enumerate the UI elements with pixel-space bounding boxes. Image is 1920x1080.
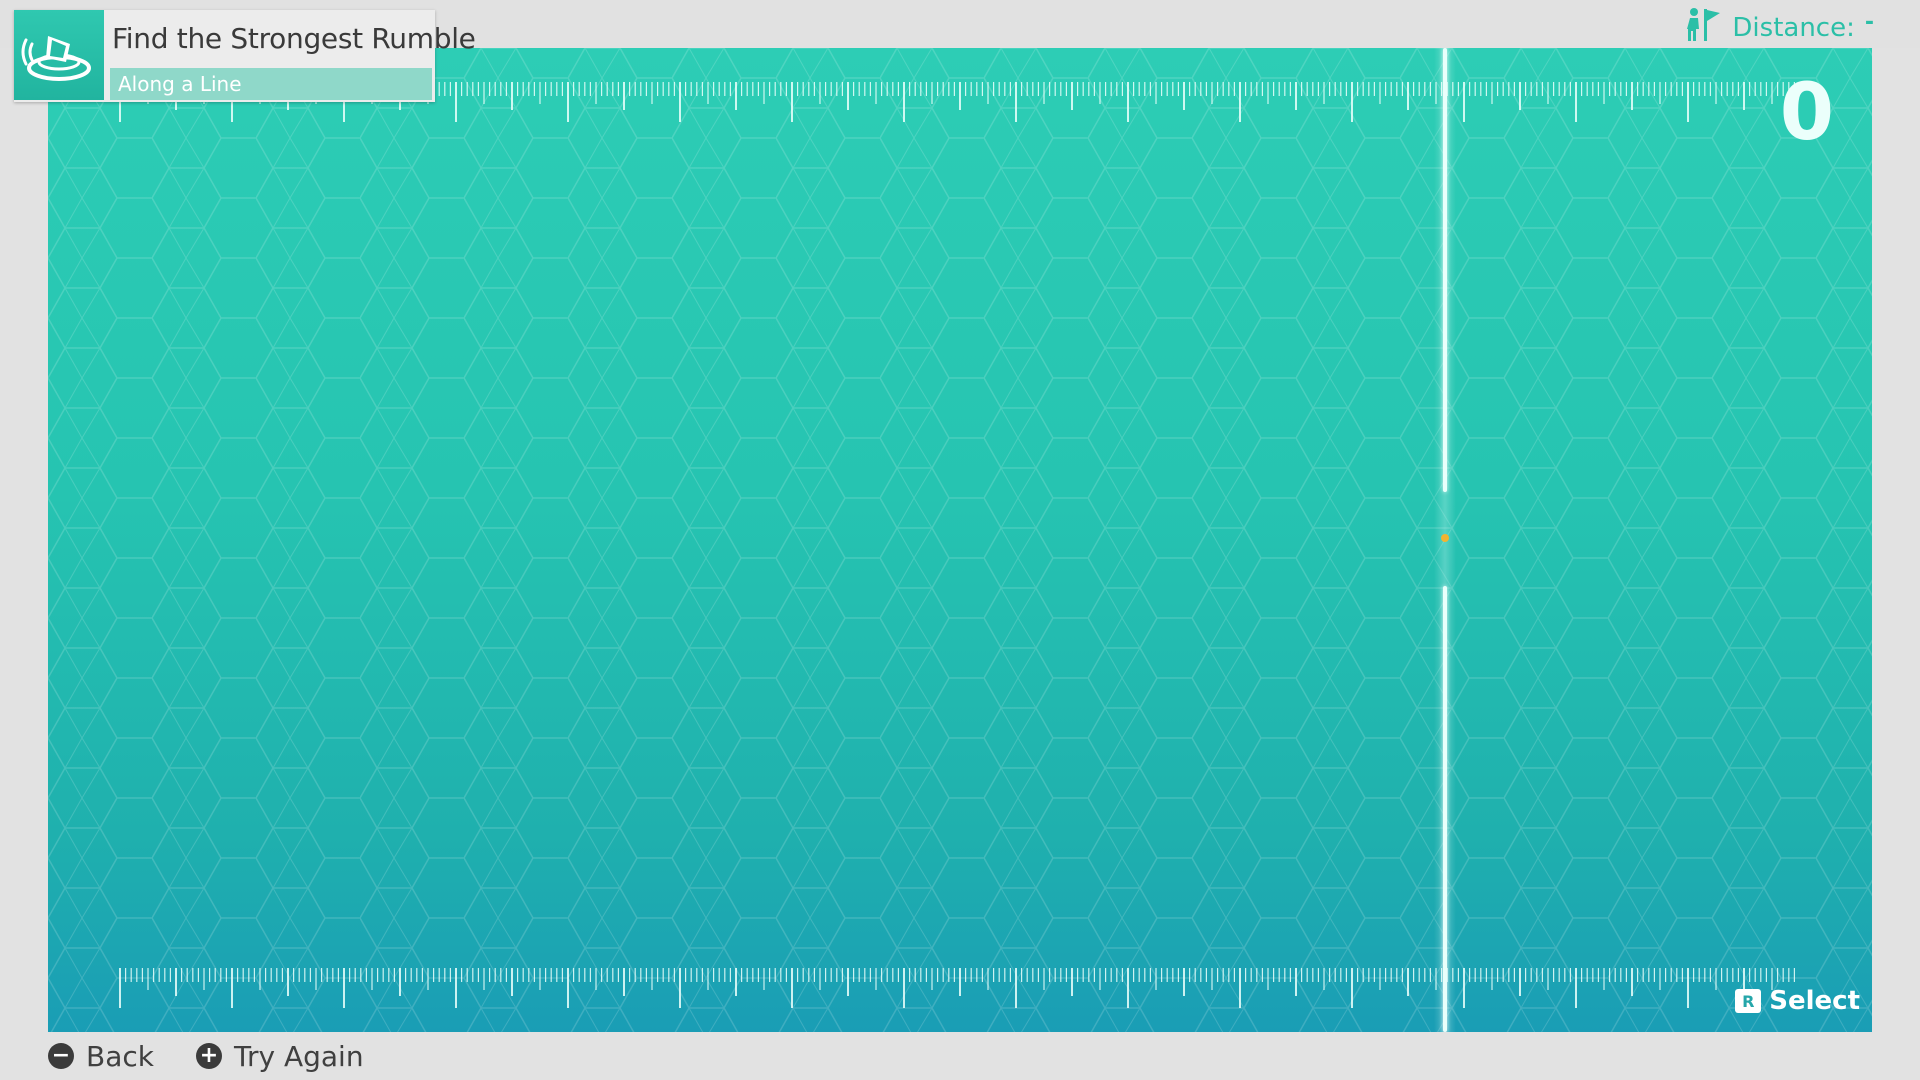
r-button-icon: R [1735,989,1762,1013]
page-subtitle: Along a Line [110,68,432,100]
person-flag-icon [1684,7,1722,50]
rumble-plate-icon [14,10,104,100]
bottom-ruler [119,968,1796,1008]
try-again-button[interactable]: + Try Again [196,1040,364,1073]
game-field[interactable]: 0 R Select [48,48,1872,1032]
title-card: Find the Strongest Rumble Along a Line [14,10,476,102]
back-button[interactable]: − Back [48,1040,154,1073]
back-label: Back [86,1039,154,1073]
distance-label: Distance: [1732,13,1855,43]
page-title: Find the Strongest Rumble [112,22,476,55]
bottom-bar: − Back + Try Again [0,1032,1920,1080]
score-display: 0 [1779,68,1834,158]
rumble-marker [1441,534,1449,542]
select-label: Select [1769,986,1860,1016]
select-button[interactable]: R Select [1735,986,1860,1016]
sweep-line-upper [1443,48,1447,492]
plus-icon: + [196,1043,222,1069]
try-again-label: Try Again [234,1039,364,1073]
distance-indicator: Distance: - [1684,7,1874,50]
minus-icon: − [48,1043,74,1069]
hex-pattern [48,48,1872,1032]
sweep-line-lower [1443,586,1447,1032]
distance-value: - [1864,9,1874,35]
